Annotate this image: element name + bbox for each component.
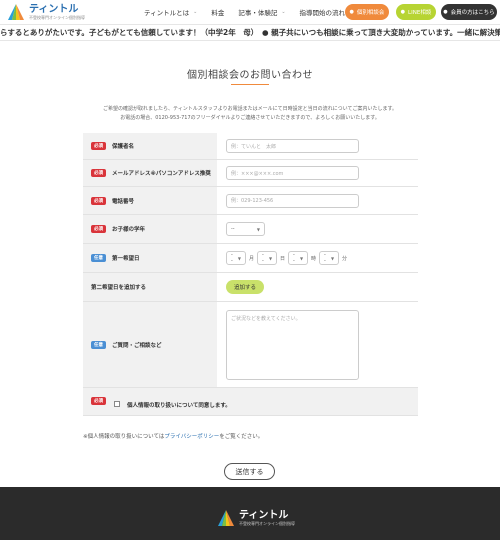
nav-item-about[interactable]: ティントルとは ⌄ <box>144 7 197 17</box>
intro-text: ご希望の確認が取れましたら、ティントルスタッフよりお電話またはメールにて日時設定… <box>103 106 397 121</box>
hour-unit: 時 <box>311 255 317 262</box>
form-row-email: 必須 メールアドレス※パソコンアドレス推奨 例：×××@×××.com <box>83 160 418 187</box>
agree-checkbox[interactable] <box>114 401 120 407</box>
month-unit: 月 <box>249 255 255 262</box>
nav-item-price[interactable]: 料金 <box>211 7 224 17</box>
site-header: ティントル 不登校専門オンライン個別指導 ティントルとは ⌄ 料金 記事・体験記 ⌄… <box>0 0 500 24</box>
footer-logo-name: ティントル <box>239 509 289 521</box>
add-second-date-button[interactable]: 追加する <box>226 280 265 294</box>
required-badge: 必須 <box>91 397 106 405</box>
logo-icon <box>8 4 24 20</box>
footer-logo[interactable]: ティントル 不登校専門オンライン個別指導 <box>216 509 295 527</box>
form-row-agree: 必須 個人情報の取り扱いについて同意します。 <box>83 388 418 416</box>
chevron-down-icon: ▼ <box>299 255 304 261</box>
form-row-grade: 必須 お子様の学年 -- ▼ <box>83 215 418 244</box>
grade-select[interactable]: -- ▼ <box>226 222 265 236</box>
required-badge: 必須 <box>91 169 106 177</box>
main-nav: ティントルとは ⌄ 料金 記事・体験記 ⌄ 指導開始の流れ <box>144 0 359 24</box>
guardian-name-input[interactable]: 例：ていんと 太郎 <box>226 139 359 153</box>
footer-logo-tagline: 不登校専門オンライン個別指導 <box>239 520 295 526</box>
nav-item-articles[interactable]: 記事・体験記 ⌄ <box>238 7 285 17</box>
logo-tagline: 不登校専門オンライン個別指導 <box>29 14 85 20</box>
minute-unit: 分 <box>342 255 348 262</box>
agree-label[interactable]: 個人情報の取り扱いについて同意します。 <box>127 401 231 409</box>
form-row-guardian: 必須 保護者名 例：ていんと 太郎 <box>83 133 418 160</box>
dot-icon: ● <box>443 9 448 15</box>
required-badge: 必須 <box>91 225 106 233</box>
phone-label: 電話番号 <box>112 198 135 205</box>
site-logo[interactable]: ティントル 不登校専門オンライン個別指導 <box>6 3 85 21</box>
day-unit: 日 <box>280 255 286 262</box>
email-input[interactable]: 例：×××@×××.com <box>226 166 359 180</box>
logo-name: ティントル <box>29 3 79 15</box>
month-select[interactable]: -- ▼ <box>226 251 246 265</box>
privacy-note: ※個人情報の取り扱いについてはプライバシーポリシーをご覧ください。 <box>83 434 264 440</box>
hour-select[interactable]: -- ▼ <box>288 251 309 265</box>
dot-icon: ● <box>349 9 354 15</box>
chevron-down-icon: ▼ <box>256 226 260 232</box>
day-select[interactable]: -- ▼ <box>257 251 278 265</box>
first-date-label: 第一希望日 <box>112 256 140 262</box>
chevron-down-icon: ⌄ <box>193 9 198 15</box>
dot-icon: ● <box>400 9 406 15</box>
email-label: メールアドレス※パソコンアドレス推奨 <box>112 171 211 177</box>
form-row-phone: 必須 電話番号 例：029-123-456 <box>83 187 418 215</box>
form-row-first-date: 任意 第一希望日 -- ▼ 月 -- ▼ 日 -- ▼ 時 -- ▼ 分 <box>83 244 418 273</box>
submit-button[interactable]: 送信する <box>224 463 275 480</box>
chevron-down-icon: ▼ <box>330 255 335 261</box>
chevron-down-icon: ▼ <box>268 255 273 261</box>
ticker-text: らするとありがたいです。子どもがとても信頼しています！（中学2年 母） ● 親子… <box>0 28 500 37</box>
chevron-down-icon: ▼ <box>237 255 241 261</box>
nav-item-flow[interactable]: 指導開始の流れ <box>300 7 346 17</box>
consult-button[interactable]: ● 個別相談会 <box>345 4 389 20</box>
guardian-label: 保護者名 <box>112 144 135 150</box>
required-badge: 必須 <box>91 142 106 150</box>
phone-input[interactable]: 例：029-123-456 <box>226 193 359 208</box>
required-badge: 必須 <box>91 196 106 205</box>
optional-badge: 任意 <box>91 254 106 262</box>
minute-select[interactable]: -- ▼ <box>319 251 340 265</box>
second-date-label: 第二希望日を追加する <box>91 285 147 291</box>
question-label: ご質問・ご相談など <box>112 342 162 349</box>
form-row-question: 任意 ご質問・ご相談など ご状況などを教えてください。 <box>83 302 418 388</box>
form-row-second-date: 第二希望日を追加する 追加する <box>83 273 418 302</box>
member-button[interactable]: ● 会員の方はこちら <box>441 4 497 20</box>
line-button[interactable]: ● LINE相談 <box>396 4 436 20</box>
testimonial-ticker: らするとありがたいです。子どもがとても信頼しています！（中学2年 母） ● 親子… <box>0 24 500 41</box>
question-textarea[interactable]: ご状況などを教えてください。 <box>226 309 359 380</box>
chevron-down-icon: ⌄ <box>281 9 286 15</box>
privacy-policy-link[interactable]: プライバシーポリシー <box>164 434 219 440</box>
contact-form: 必須 保護者名 例：ていんと 太郎 必須 メールアドレス※パソコンアドレス推奨 例：… <box>83 133 418 416</box>
logo-icon <box>218 510 234 526</box>
optional-badge: 任意 <box>91 340 106 349</box>
page-title: 個別相談会のお問い合わせ <box>187 70 313 81</box>
title-underline <box>231 84 269 85</box>
grade-label: お子様の学年 <box>112 227 146 233</box>
